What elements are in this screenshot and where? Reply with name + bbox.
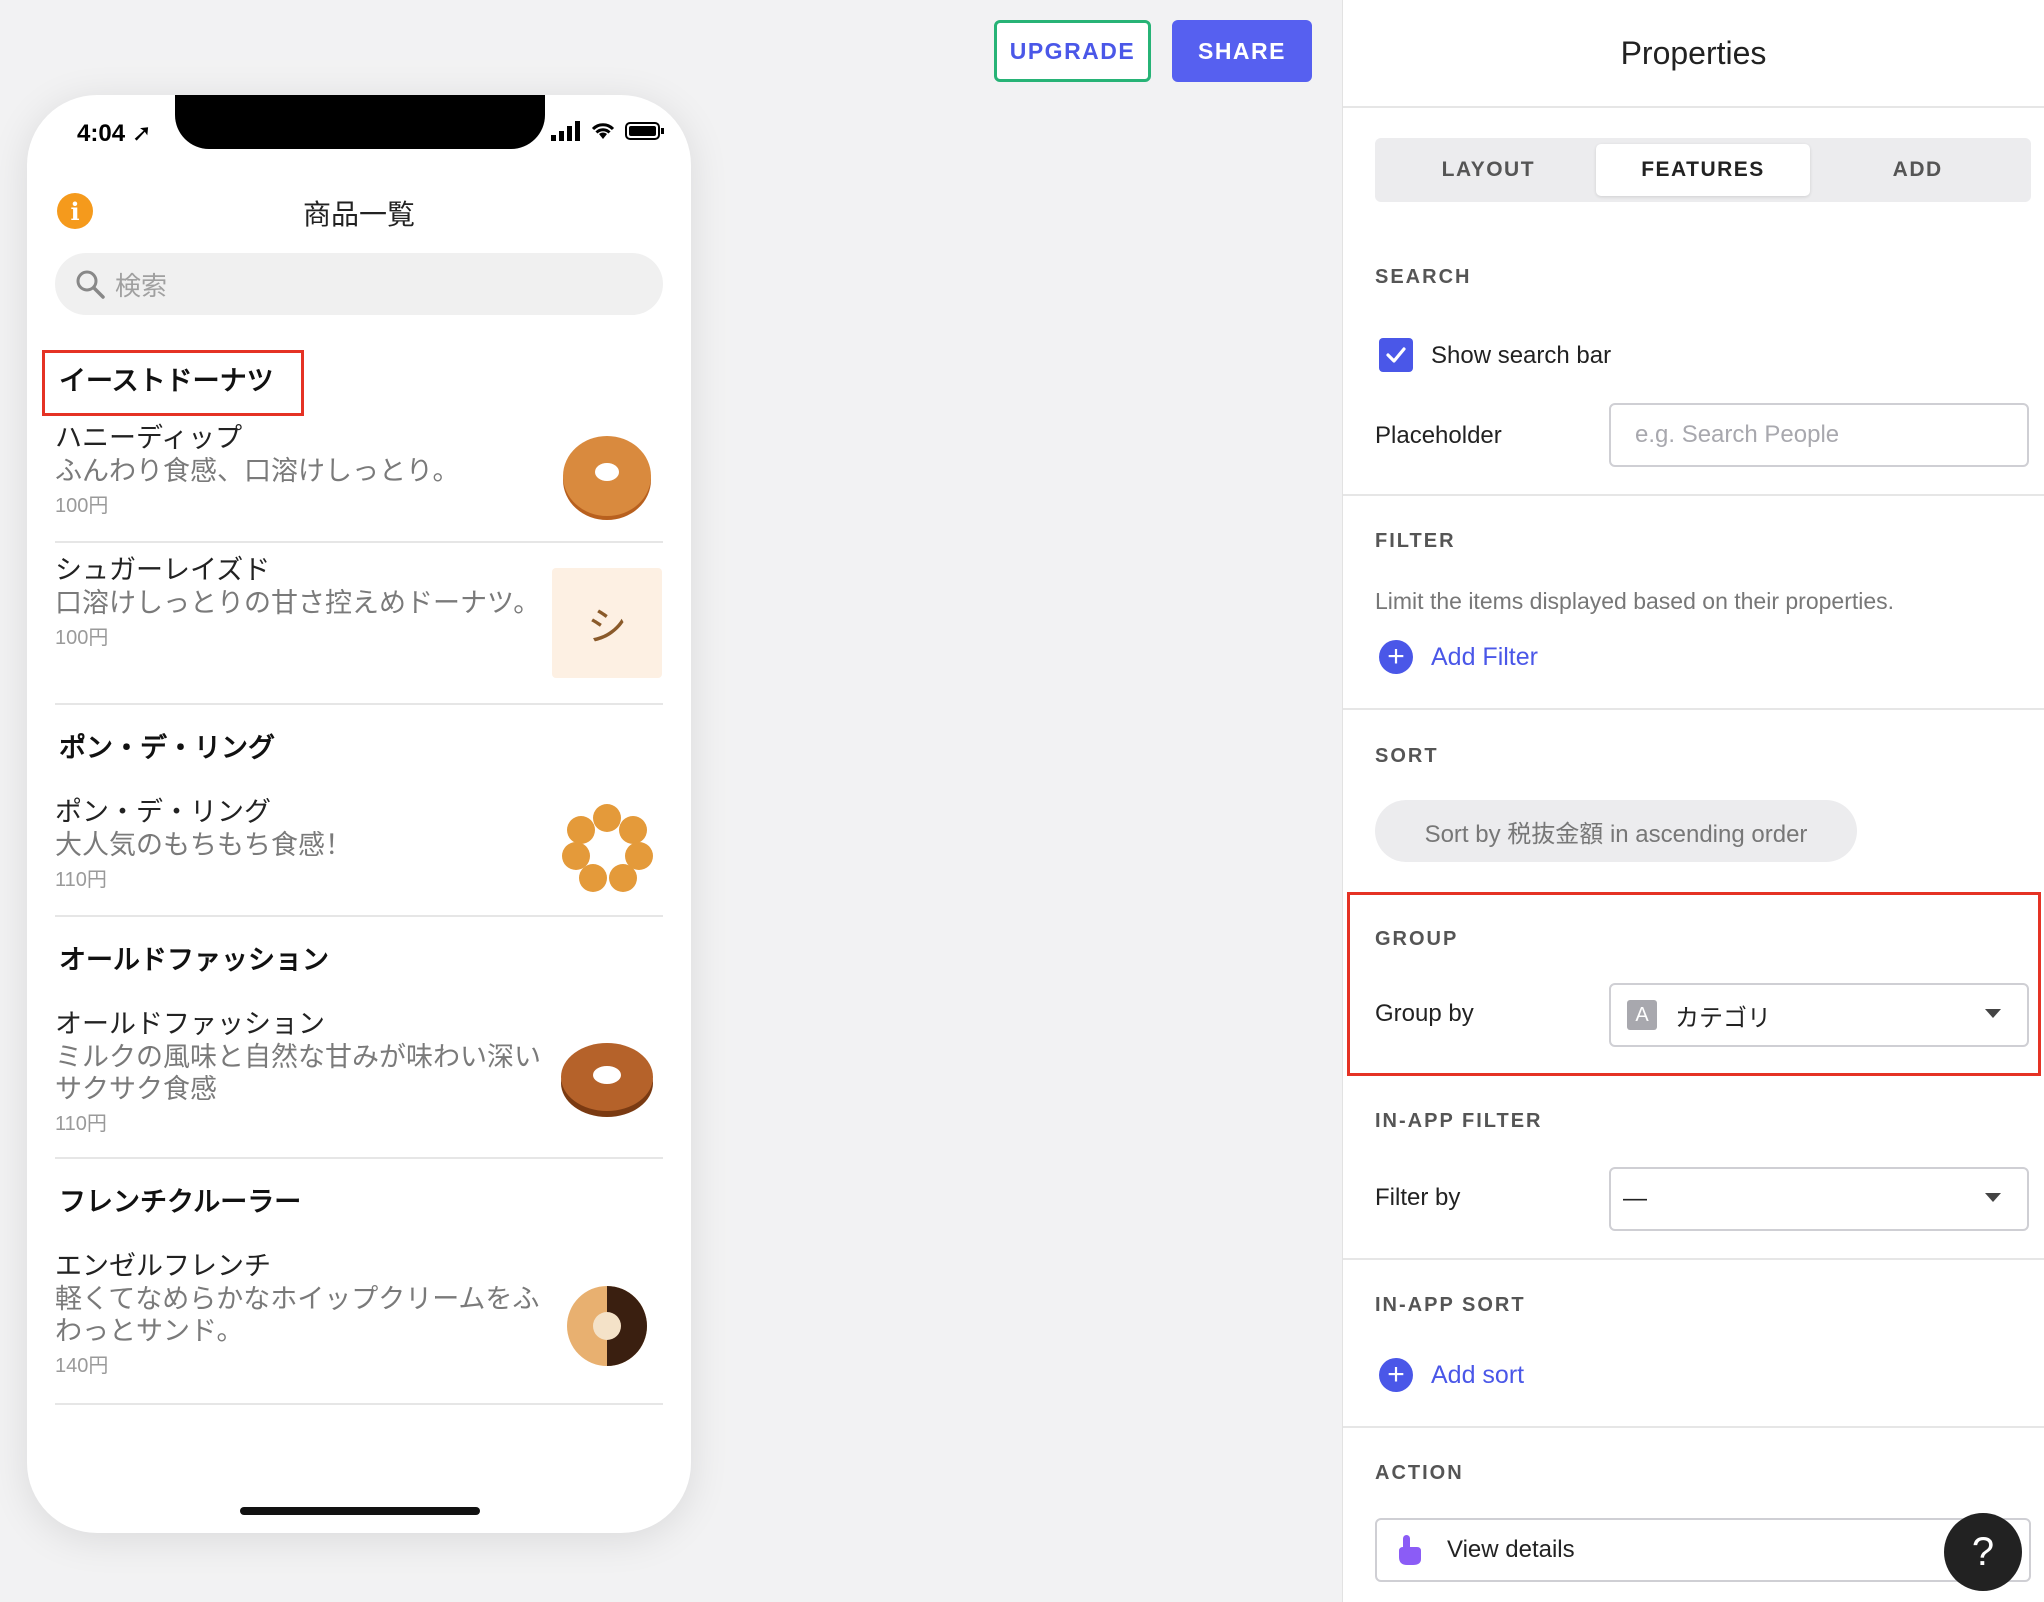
section-label-action: ACTION	[1375, 1462, 1464, 1484]
product-list: イーストドーナツ ハニーディップ ふんわり食感、口溶けしっとり。 100円 シュ…	[55, 345, 663, 1405]
divider	[1343, 494, 2044, 496]
item-name: シュガーレイズド	[55, 555, 271, 585]
list-item[interactable]: エンゼルフレンチ 軽くてなめらかなホイップクリームをふわっとサンド。 140円	[55, 1239, 663, 1405]
upgrade-button[interactable]: UPGRADE	[994, 20, 1151, 82]
group-header: オールドファッション	[59, 944, 329, 975]
section-label-sort: SORT	[1375, 745, 1439, 767]
item-price: 110円	[55, 869, 107, 891]
group-header: ポン・デ・リング	[59, 732, 275, 763]
item-name: エンゼルフレンチ	[55, 1251, 271, 1281]
add-filter-button[interactable]: + Add Filter	[1379, 640, 1538, 674]
item-price: 110円	[55, 1113, 107, 1135]
item-name: オールドファッション	[55, 1009, 325, 1039]
tap-icon	[1399, 1535, 1421, 1565]
tab-layout[interactable]: LAYOUT	[1381, 144, 1596, 196]
help-button[interactable]: ?	[1944, 1513, 2022, 1591]
donut-thumbnail	[551, 1239, 663, 1403]
item-name: ハニーディップ	[55, 423, 243, 453]
list-item[interactable]: オールドファッション ミルクの風味と自然な甘みが味わい深いサクサク食感 110円	[55, 997, 663, 1159]
filter-by-label: Filter by	[1375, 1184, 1461, 1211]
highlight-box	[42, 350, 304, 416]
tab-bar: LAYOUT FEATURES ADD	[1375, 138, 2031, 202]
item-desc: 大人気のもちもち食感！	[55, 830, 352, 860]
section-label-inapp-filter: IN-APP FILTER	[1375, 1110, 1543, 1132]
status-time: 4:04 ➚	[77, 120, 152, 147]
placeholder-input[interactable]: e.g. Search People	[1609, 403, 2029, 467]
action-value: View details	[1447, 1536, 1575, 1563]
divider	[1343, 1258, 2044, 1260]
section-label-filter: FILTER	[1375, 530, 1456, 552]
donut-thumbnail	[551, 785, 663, 915]
filter-description: Limit the items displayed based on their…	[1375, 588, 1895, 614]
share-button[interactable]: SHARE	[1172, 20, 1312, 82]
group-header: フレンチクルーラー	[59, 1186, 302, 1217]
highlight-box	[1347, 892, 2041, 1076]
list-item[interactable]: シュガーレイズド 口溶けしっとりの甘さ控えめドーナツ。 100円 シ	[55, 543, 663, 705]
item-name: ポン・デ・リング	[55, 797, 271, 827]
donut-thumbnail	[551, 997, 663, 1157]
divider	[1343, 1426, 2044, 1428]
wifi-icon	[591, 123, 615, 139]
filter-by-value: —	[1623, 1185, 1647, 1212]
divider	[1343, 708, 2044, 710]
phone-preview: 4:04 ➚ i 商品一覧 検索 イーストドーナツ ハニーディップ ふんわり食感…	[27, 95, 691, 1533]
section-label-search: SEARCH	[1375, 266, 1472, 288]
chevron-down-icon	[1985, 1193, 2001, 1202]
item-price: 140円	[55, 1355, 109, 1377]
tab-add[interactable]: ADD	[1810, 144, 2025, 196]
item-desc: 軽くてなめらかなホイップクリームをふわっとサンド。	[55, 1284, 540, 1346]
list-item[interactable]: ポン・デ・リング 大人気のもちもち食感！ 110円	[55, 785, 663, 917]
check-icon	[1386, 347, 1406, 363]
show-search-label: Show search bar	[1431, 342, 1612, 369]
item-desc: ふんわり食感、口溶けしっとり。	[55, 456, 460, 486]
item-price: 100円	[55, 495, 109, 517]
item-desc: ミルクの風味と自然な甘みが味わい深いサクサク食感	[55, 1042, 541, 1104]
placeholder-label: Placeholder	[1375, 422, 1502, 449]
properties-panel: Properties LAYOUT FEATURES ADD SEARCH Sh…	[1342, 0, 2044, 1602]
action-select[interactable]: View details	[1375, 1518, 2031, 1582]
battery-icon	[625, 122, 664, 140]
home-indicator	[240, 1507, 480, 1515]
search-bar[interactable]: 検索	[55, 253, 663, 315]
add-sort-button[interactable]: + Add sort	[1379, 1358, 1524, 1392]
sort-setting-button[interactable]: Sort by 税抜金額 in ascending order	[1375, 800, 1857, 862]
search-icon	[76, 270, 105, 299]
tab-features[interactable]: FEATURES	[1595, 144, 1811, 196]
phone-notch	[175, 95, 545, 149]
filter-by-select[interactable]: —	[1609, 1167, 2029, 1231]
show-search-checkbox[interactable]	[1379, 338, 1413, 372]
status-icons	[551, 121, 665, 141]
item-price: 100円	[55, 627, 109, 649]
panel-title: Properties	[1343, 0, 2044, 108]
plus-icon: +	[1379, 640, 1413, 674]
list-item[interactable]: ハニーディップ ふんわり食感、口溶けしっとり。 100円	[55, 411, 663, 543]
signal-icon	[551, 121, 580, 141]
item-desc: 口溶けしっとりの甘さ控えめドーナツ。	[55, 588, 541, 618]
app-title: 商品一覧	[302, 199, 415, 230]
donut-thumbnail	[551, 411, 663, 541]
placeholder-thumbnail: シ	[551, 543, 663, 703]
plus-icon: +	[1379, 1358, 1413, 1392]
section-label-inapp-sort: IN-APP SORT	[1375, 1294, 1526, 1316]
search-placeholder: 検索	[115, 270, 168, 301]
